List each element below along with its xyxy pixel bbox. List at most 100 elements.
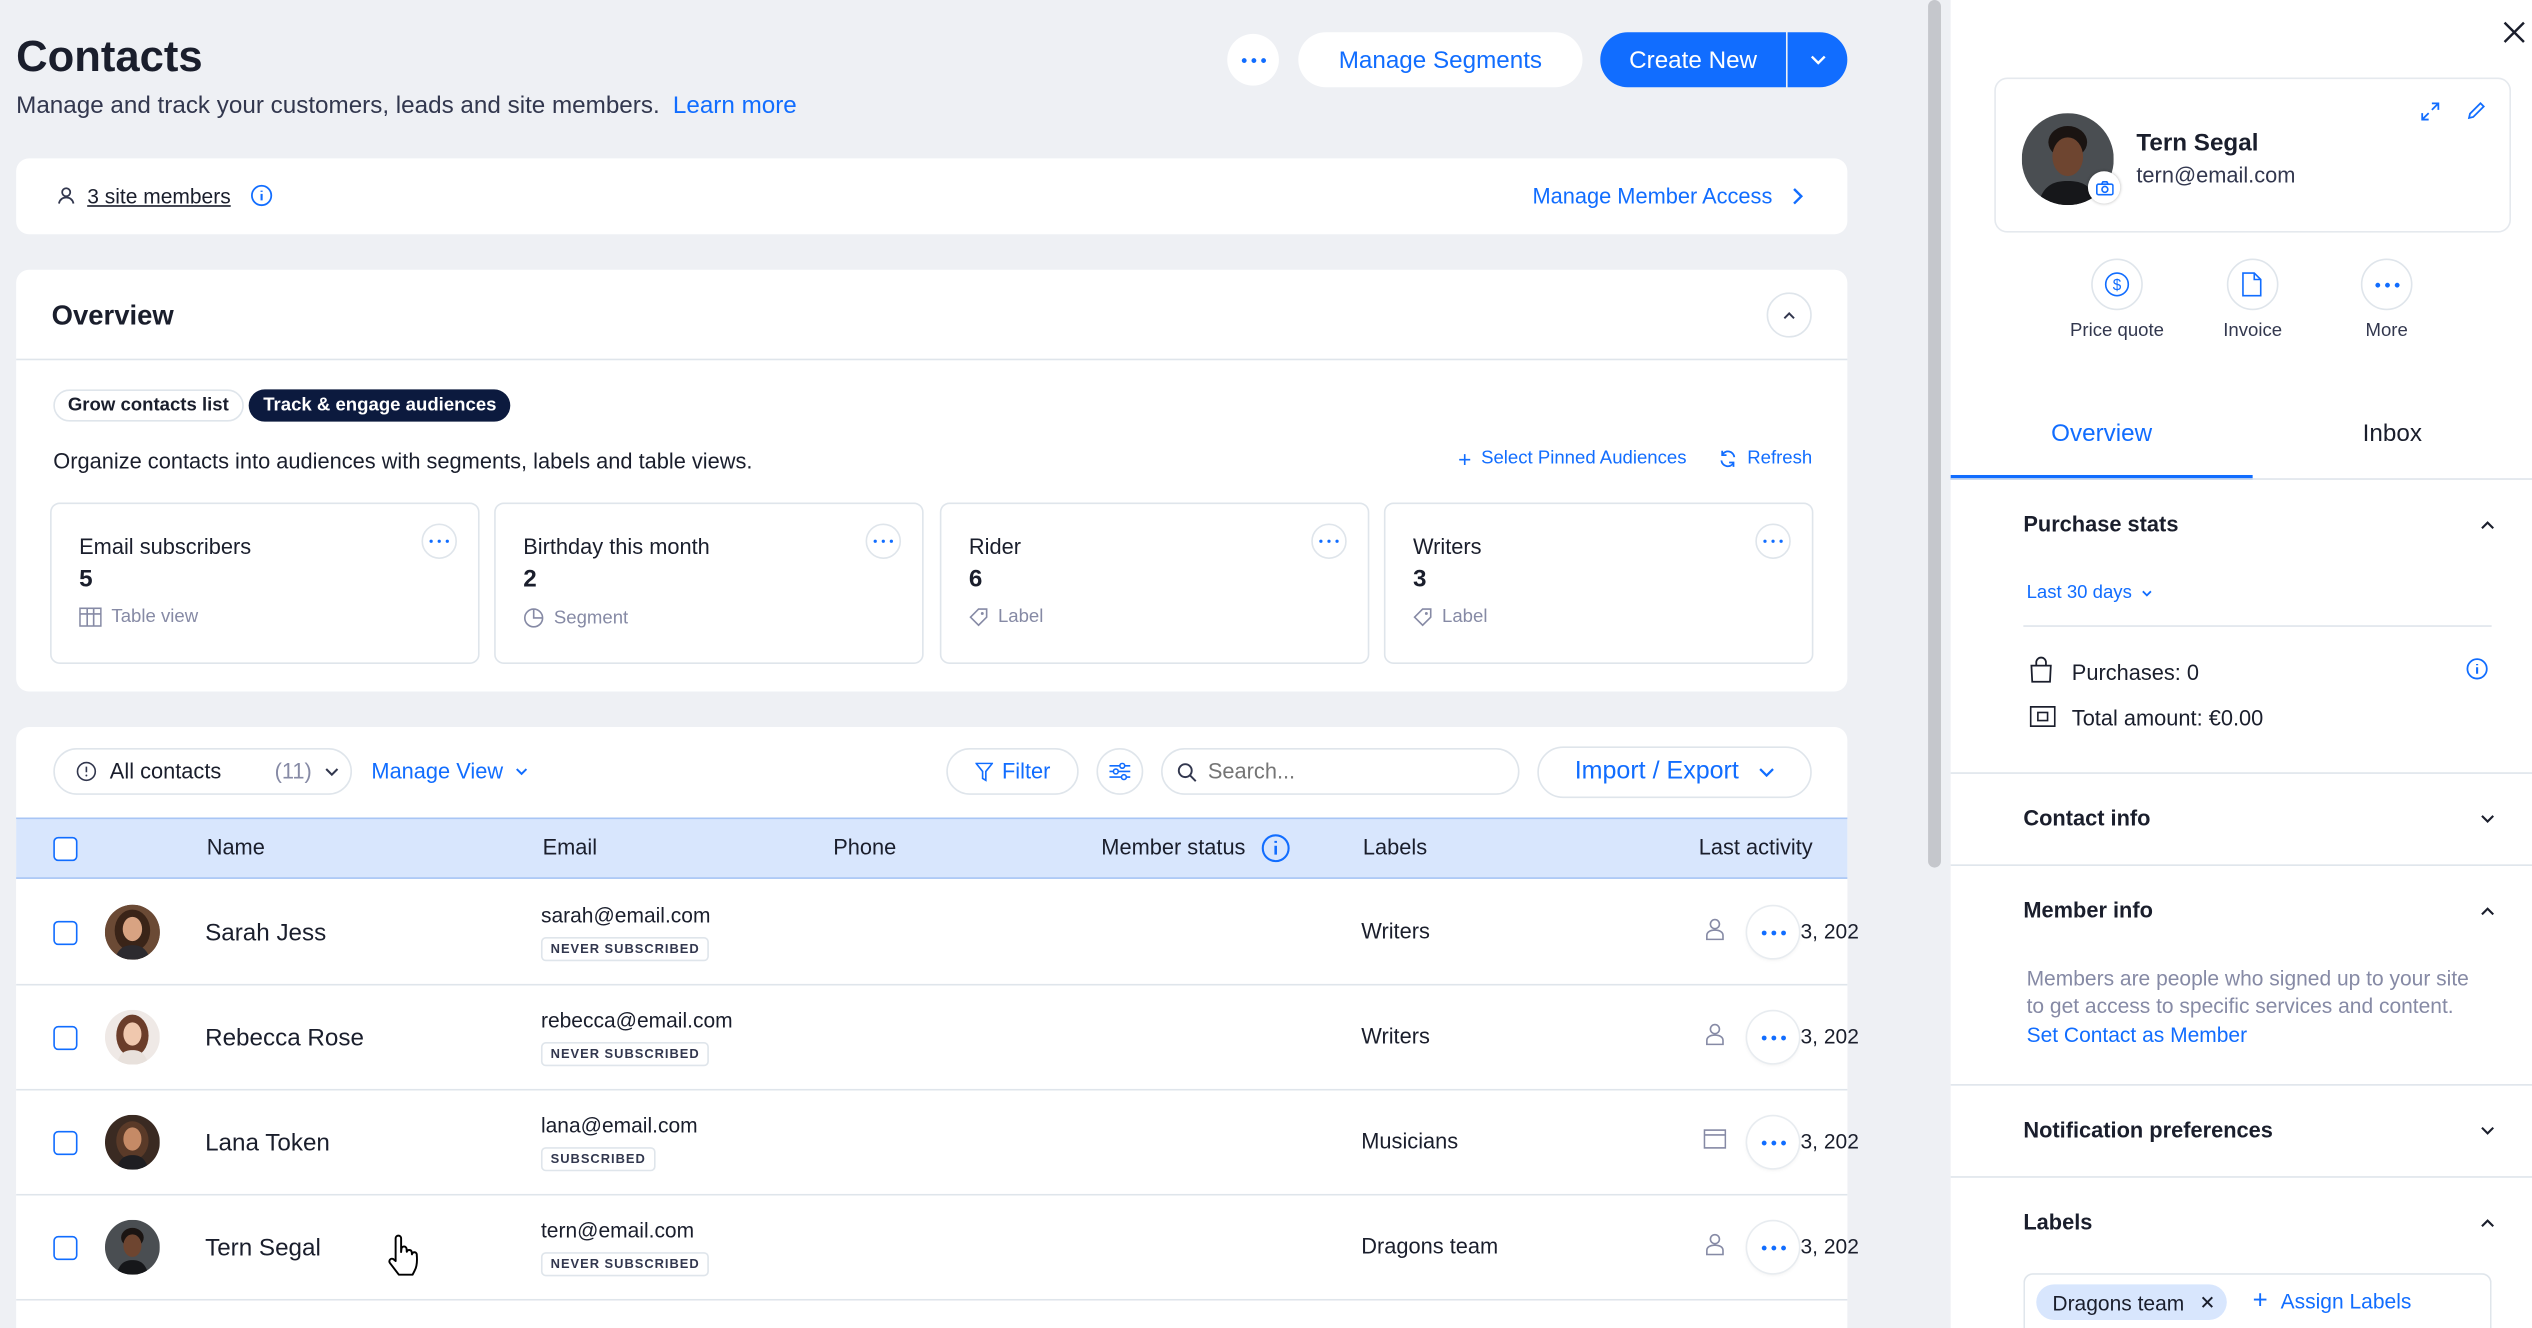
select-pinned-audiences-button[interactable]: + Select Pinned Audiences <box>1458 448 1686 471</box>
label-chip[interactable]: Dragons team <box>2036 1284 2227 1320</box>
audience-card-kind: Table view <box>111 607 199 627</box>
contact-name[interactable]: Rebecca Rose <box>205 1024 364 1051</box>
date-range-dropdown[interactable]: Last 30 days <box>2027 583 2153 603</box>
contact-name[interactable]: Lana Token <box>205 1129 330 1156</box>
more-dots-icon <box>423 525 455 557</box>
assign-labels-label: Assign Labels <box>2280 1289 2412 1314</box>
tab-overview[interactable]: Overview <box>1950 401 2253 480</box>
column-phone[interactable]: Phone <box>833 835 896 859</box>
audience-card-rider[interactable]: Rider 6 Label <box>939 502 1370 665</box>
main-scrollbar-thumb[interactable] <box>1928 0 1941 868</box>
create-new-dropdown-button[interactable] <box>1787 32 1848 88</box>
tab-grow-contacts[interactable]: Grow contacts list <box>53 389 244 422</box>
manage-member-access-link[interactable]: Manage Member Access <box>1532 184 1772 208</box>
tab-inbox[interactable]: Inbox <box>2253 401 2532 480</box>
row-actions-button[interactable] <box>1747 1116 1799 1169</box>
select-all-checkbox[interactable] <box>53 836 78 862</box>
last-activity-date: 3, 202 <box>1800 919 1859 944</box>
row-actions-button[interactable] <box>1747 906 1799 959</box>
all-contacts-dropdown[interactable]: All contacts (11) <box>53 748 353 795</box>
create-new-button[interactable]: Create New <box>1600 32 1786 88</box>
row-checkbox[interactable] <box>53 1130 78 1156</box>
person-icon <box>1706 1023 1724 1046</box>
search-input[interactable] <box>1207 759 1499 784</box>
import-export-button[interactable]: Import / Export <box>1537 746 1812 799</box>
column-labels[interactable]: Labels <box>1363 835 1427 859</box>
section-divider <box>1950 1176 2532 1178</box>
info-icon[interactable] <box>1261 834 1290 863</box>
site-members-link[interactable]: 3 site members <box>87 184 231 208</box>
plus-icon: + <box>2252 1287 2268 1316</box>
chevron-down-icon[interactable] <box>2480 814 2495 824</box>
price-quote-button[interactable]: $ Price quote <box>2052 258 2181 341</box>
close-icon[interactable] <box>2503 21 2526 44</box>
audience-card-menu-button[interactable] <box>865 523 902 559</box>
table-row[interactable]: Lana Token lana@email.com SUBSCRIBED Mus… <box>16 1090 1859 1196</box>
column-member-status[interactable]: Member status <box>1101 835 1245 859</box>
refresh-button[interactable]: Refresh <box>1718 449 1812 469</box>
filter-button[interactable]: Filter <box>946 748 1079 795</box>
labels-title[interactable]: Labels <box>2023 1210 2092 1234</box>
chevron-down-icon <box>1759 768 1774 778</box>
person-icon <box>1706 1233 1724 1256</box>
row-checkbox[interactable] <box>53 920 78 946</box>
audience-card-menu-button[interactable] <box>1755 523 1791 559</box>
notification-preferences-title[interactable]: Notification preferences <box>2023 1118 2273 1142</box>
row-actions-button[interactable] <box>1747 1221 1799 1274</box>
column-email[interactable]: Email <box>543 835 598 859</box>
more-actions-button[interactable] <box>1227 33 1279 86</box>
row-checkbox[interactable] <box>53 1025 78 1051</box>
person-icon <box>1706 918 1724 941</box>
shopping-bag-icon <box>2030 656 2052 683</box>
contact-label: Writers <box>1361 1024 1430 1049</box>
remove-label-icon[interactable] <box>2200 1296 2213 1309</box>
audience-card-writers[interactable]: Writers 3 Label <box>1383 502 1814 665</box>
column-name[interactable]: Name <box>207 835 265 859</box>
contact-info-title[interactable]: Contact info <box>2023 806 2150 830</box>
more-button[interactable]: More <box>2322 258 2451 341</box>
contact-email: rebecca@email.com <box>540 1008 733 1033</box>
assign-labels-button[interactable]: + Assign Labels <box>2252 1287 2412 1316</box>
audience-card-kind-row: Label <box>969 607 1044 627</box>
audience-card-menu-button[interactable] <box>421 523 457 559</box>
member-info-title[interactable]: Member info <box>2023 898 2153 922</box>
search-field[interactable] <box>1161 748 1520 795</box>
purchase-stats-title[interactable]: Purchase stats <box>2023 512 2178 536</box>
manage-view-dropdown[interactable]: Manage View <box>371 759 527 784</box>
chevron-up-icon[interactable] <box>2480 520 2495 530</box>
invoice-button[interactable]: Invoice <box>2188 258 2317 341</box>
audience-card-menu-button[interactable] <box>1311 523 1347 559</box>
table-row[interactable]: Rebecca Rose rebecca@email.com NEVER SUB… <box>16 985 1859 1091</box>
chevron-up-icon[interactable] <box>2480 906 2495 916</box>
contact-name[interactable]: Tern Segal <box>205 1234 321 1261</box>
contact-email: tern@email.com <box>540 1218 695 1243</box>
chevron-down-icon <box>325 767 339 776</box>
section-divider <box>1950 772 2532 774</box>
manage-segments-button[interactable]: Manage Segments <box>1298 32 1583 88</box>
columns-settings-button[interactable] <box>1096 748 1144 795</box>
set-contact-as-member-link[interactable]: Set Contact as Member <box>2027 1023 2248 1047</box>
contact-name[interactable]: Sarah Jess <box>205 919 326 946</box>
table-row[interactable]: Sarah Jess sarah@email.com NEVER SUBSCRI… <box>16 880 1859 986</box>
edit-icon[interactable] <box>2466 100 2487 121</box>
subscription-badge: NEVER SUBSCRIBED <box>540 937 710 962</box>
chevron-up-icon[interactable] <box>2480 1218 2495 1228</box>
change-photo-button[interactable] <box>2087 171 2121 204</box>
learn-more-link[interactable]: Learn more <box>673 92 797 119</box>
collapse-overview-button[interactable] <box>1766 292 1812 338</box>
row-actions-button[interactable] <box>1747 1011 1799 1064</box>
chevron-down-icon[interactable] <box>2480 1126 2495 1136</box>
audience-card-kind: Label <box>997 607 1044 627</box>
row-checkbox[interactable] <box>53 1235 78 1261</box>
audience-card-email-subscribers[interactable]: Email subscribers 5 Table view <box>50 502 480 665</box>
info-icon[interactable] <box>2466 658 2489 681</box>
label-icon <box>1413 608 1432 627</box>
tab-inbox-label: Inbox <box>2362 420 2422 448</box>
table-row[interactable]: Tern Segal tern@email.com NEVER SUBSCRIB… <box>16 1195 1859 1301</box>
tab-overview-label: Overview <box>2051 420 2153 448</box>
info-icon[interactable] <box>250 184 273 207</box>
tab-track-engage[interactable]: Track & engage audiences <box>248 389 512 422</box>
audience-card-birthday[interactable]: Birthday this month 2 Segment <box>494 502 924 665</box>
column-last-activity[interactable]: Last activity <box>1699 835 1813 859</box>
expand-icon[interactable] <box>2421 102 2440 121</box>
